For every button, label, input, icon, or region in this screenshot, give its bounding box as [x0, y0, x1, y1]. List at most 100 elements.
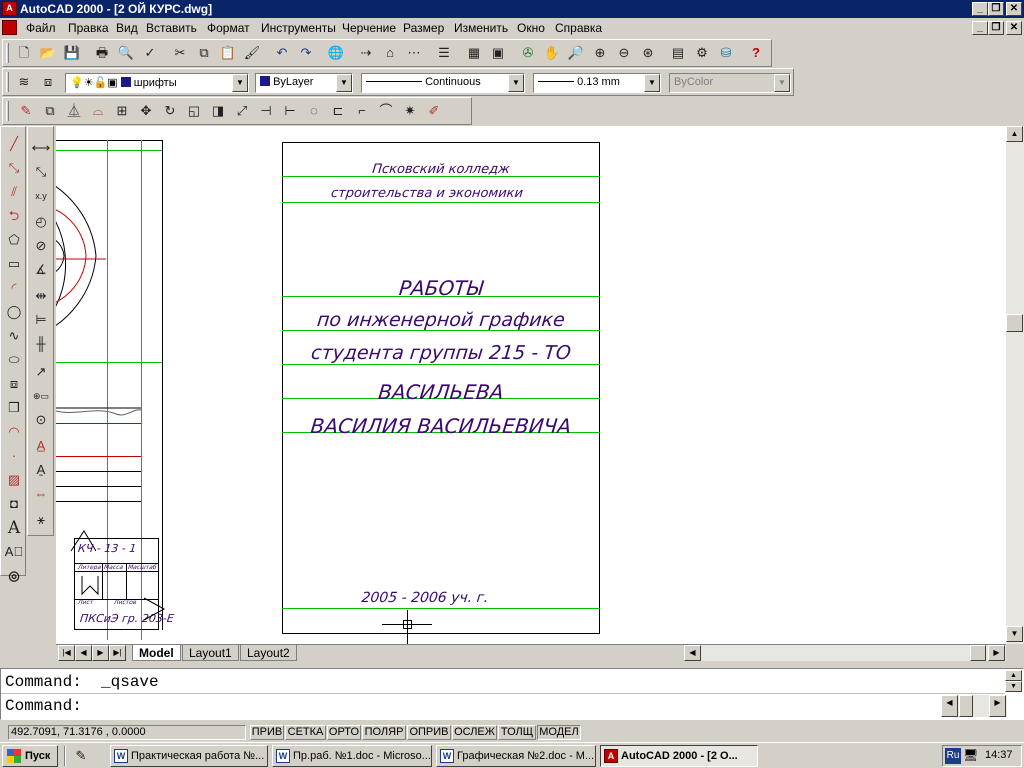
toolbar-grip[interactable] — [6, 72, 9, 92]
doc-close-icon[interactable]: ✕ — [1006, 21, 1022, 35]
paste-icon[interactable]: 📋 — [217, 42, 239, 64]
toggle-ortho[interactable]: ОРТО — [327, 725, 361, 740]
dim-text-edit-icon[interactable]: A̱ — [30, 459, 52, 481]
layer-combo[interactable]: 💡☀🔓▣ шрифты ▼ — [65, 73, 249, 93]
toggle-polar[interactable]: ПОЛЯР — [362, 725, 406, 740]
tab-layout2[interactable]: Layout2 — [240, 645, 297, 661]
break-point-icon[interactable]: ⊏ — [327, 100, 349, 122]
minimize-icon[interactable]: _ — [972, 2, 988, 16]
break-icon[interactable]: ◌ — [303, 100, 325, 122]
vertical-scrollbar[interactable]: ▲ ▼ — [1006, 126, 1024, 644]
toggle-grid[interactable]: СЕТКА — [285, 725, 326, 740]
save-icon[interactable]: 💾 — [61, 42, 83, 64]
match-prop-icon[interactable]: 🖌 — [241, 42, 263, 64]
doc-restore-icon[interactable]: ❐ — [988, 21, 1004, 35]
tab-last-icon[interactable]: ▶| — [109, 645, 126, 661]
drawing-area[interactable]: КЧ - 13 - 1 Литера Масса Масштаб Лист Ли… — [56, 126, 1006, 644]
erase-icon[interactable]: ✎ — [15, 100, 37, 122]
snap-from-icon[interactable]: ⇢ — [355, 42, 377, 64]
toolbar-grip[interactable] — [6, 43, 9, 63]
coordinates-readout[interactable]: 492.7091, 71.3176 , 0.0000 — [8, 725, 246, 740]
layers-icon[interactable]: ⧈ — [37, 71, 59, 93]
aerial-icon[interactable]: ⊛ — [637, 42, 659, 64]
single-text-icon[interactable]: A⃞ — [3, 541, 25, 563]
menu-window[interactable]: Окно — [517, 21, 545, 35]
task-button-2[interactable]: W Пр.раб. №1.doc - Microso... — [272, 745, 432, 767]
tab-first-icon[interactable]: |◀ — [58, 645, 75, 661]
lineweight-combo[interactable]: 0.13 mm ▼ — [533, 73, 661, 93]
network-icon[interactable]: 🖥 — [963, 748, 978, 762]
spline-icon[interactable]: ∿ — [3, 325, 25, 347]
explode-icon[interactable]: ✷ — [399, 100, 421, 122]
tab-model[interactable]: Model — [132, 645, 181, 661]
task-button-1[interactable]: W Практическая работа №... — [110, 745, 268, 767]
redraw-icon[interactable]: ✇ — [517, 42, 539, 64]
menu-help[interactable]: Справка — [555, 21, 602, 35]
database-icon[interactable]: ⛁ — [715, 42, 737, 64]
help-icon[interactable]: ? — [745, 42, 767, 64]
autocad-app-icon[interactable]: A — [2, 1, 17, 16]
toolbar-grip[interactable] — [6, 101, 9, 121]
new-icon[interactable]: 🗋 — [13, 42, 35, 64]
ellipse-arc-icon[interactable]: ◠ — [3, 421, 25, 443]
chevron-down-icon[interactable]: ▼ — [644, 74, 660, 92]
radius-dim-icon[interactable]: ◴ — [30, 211, 52, 233]
pan-icon[interactable]: ✋ — [541, 42, 563, 64]
restore-icon[interactable]: ❐ — [988, 2, 1004, 16]
ellipse-icon[interactable]: ⬭ — [3, 349, 25, 371]
print-icon[interactable]: 🖶 — [91, 42, 113, 64]
move-icon[interactable]: ✥ — [135, 100, 157, 122]
scroll-left-icon[interactable]: ◀ — [684, 645, 701, 661]
chamfer-icon[interactable]: ⌐ — [351, 100, 373, 122]
tool-palette-icon[interactable]: ⚙ — [691, 42, 713, 64]
menu-tools[interactable]: Инструменты — [261, 21, 336, 35]
task-button-3[interactable]: W Графическая №2.doc - M... — [436, 745, 596, 767]
trim-icon[interactable]: ⊣ — [255, 100, 277, 122]
multiline-text-icon[interactable]: A — [3, 517, 25, 539]
baseline-dim-icon[interactable]: ⊨ — [30, 309, 52, 331]
vertical-scroll-thumb[interactable] — [1006, 314, 1023, 332]
cmd-scroll-down-icon[interactable]: ▼ — [1005, 681, 1022, 692]
menu-insert[interactable]: Вставить — [146, 21, 197, 35]
undo-icon[interactable]: ↶ — [271, 42, 293, 64]
properties-icon[interactable]: ☰ — [433, 42, 455, 64]
command-window[interactable]: Command: _qsave Command: ▲ ▼ ◀ ▶ — [0, 668, 1024, 720]
angular-dim-icon[interactable]: ∡ — [30, 259, 52, 281]
cmd-scroll-up-icon[interactable]: ▲ — [1005, 670, 1022, 681]
zoom-realtime-icon[interactable]: 🔎 — [565, 42, 587, 64]
color-combo[interactable]: ByLayer ▼ — [255, 73, 353, 93]
chevron-down-icon[interactable]: ▼ — [232, 74, 248, 92]
linetype-combo[interactable]: Continuous ▼ — [361, 73, 525, 93]
make-layer-current-icon[interactable]: ≋ — [13, 71, 35, 93]
chevron-down-icon[interactable]: ▼ — [508, 74, 524, 92]
make-block-icon[interactable]: ❒ — [3, 397, 25, 419]
scroll-up-icon[interactable]: ▲ — [1006, 126, 1023, 142]
copy-icon[interactable]: ⧉ — [193, 42, 215, 64]
mirror-icon[interactable]: ⏅ — [63, 100, 85, 122]
region-icon[interactable]: ◘ — [3, 493, 25, 515]
horizontal-scroll-thumb[interactable] — [970, 645, 986, 661]
point-icon[interactable]: · — [3, 445, 25, 467]
doc-minimize-icon[interactable]: _ — [972, 21, 988, 35]
line-icon[interactable]: ╱ — [3, 133, 25, 155]
array-icon[interactable]: ⊞ — [111, 100, 133, 122]
document-icon[interactable] — [2, 20, 17, 35]
stretch-icon[interactable]: ◨ — [207, 100, 229, 122]
ordinate-dim-icon[interactable]: x.y — [30, 185, 52, 207]
toggle-snap[interactable]: ПРИВ — [250, 725, 284, 740]
insert-block-icon[interactable]: ⧈ — [3, 373, 25, 395]
polygon-icon[interactable]: ⬠ — [3, 229, 25, 251]
hyperlink-icon[interactable]: 🌐 — [325, 42, 347, 64]
circle-icon[interactable]: ◯ — [3, 301, 25, 323]
scale-icon[interactable]: ◱ — [183, 100, 205, 122]
preview-icon[interactable]: 🔍 — [115, 42, 137, 64]
scroll-down-icon[interactable]: ▼ — [1006, 626, 1023, 642]
tab-prev-icon[interactable]: ◀ — [75, 645, 92, 661]
zoom-prev-icon[interactable]: ⊖ — [613, 42, 635, 64]
command-prompt[interactable]: Command: — [5, 697, 82, 715]
toggle-otrack[interactable]: ОСЛЕЖ — [452, 725, 497, 740]
zoom-window-icon[interactable]: ⊕ — [589, 42, 611, 64]
edit-icon[interactable]: ✐ — [423, 100, 445, 122]
dim-style-icon[interactable]: ⚹ — [30, 509, 52, 531]
horizontal-scrollbar[interactable]: ◀ ▶ — [684, 645, 1006, 661]
